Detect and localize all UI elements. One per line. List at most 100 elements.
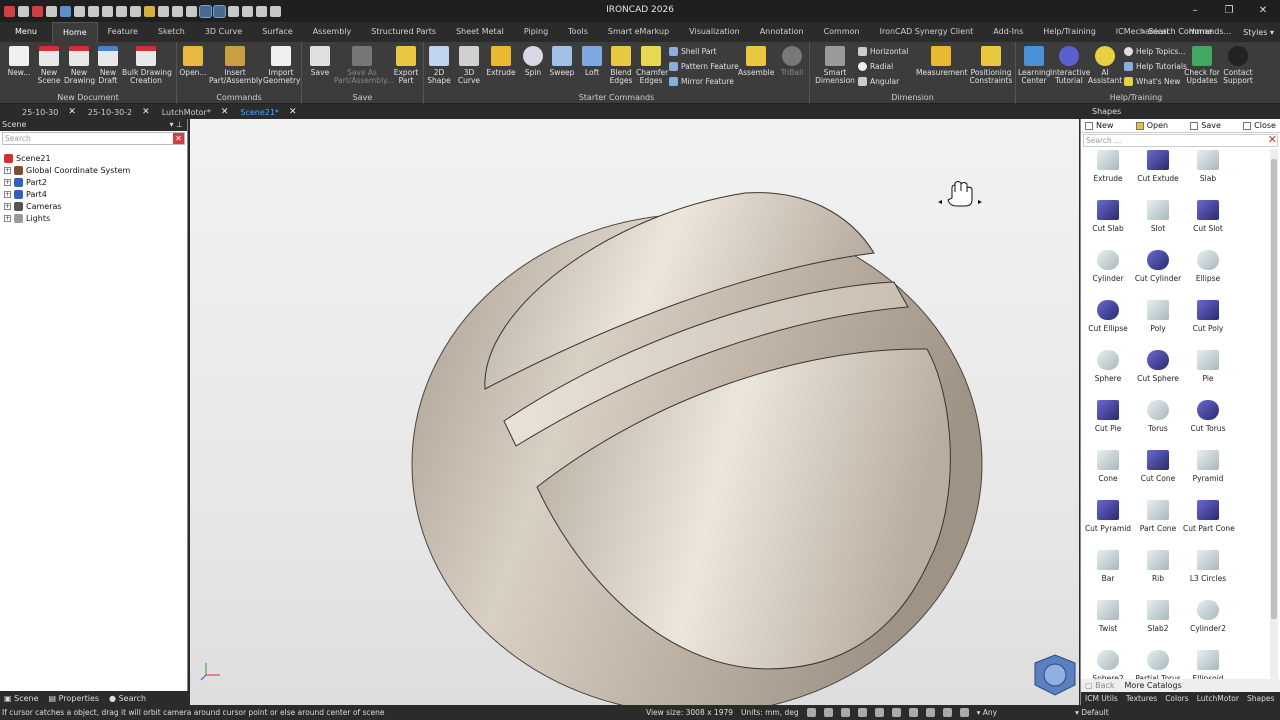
shape-sphere2[interactable]: Sphere2 [1083,650,1133,679]
expand-icon[interactable]: + [4,178,11,186]
interactive-tutorial-button[interactable]: Interactive Tutorial [1050,46,1090,85]
shape-cut-cylinder[interactable]: Cut Cylinder [1133,250,1183,283]
model-view[interactable] [190,119,1079,705]
shape-cut-extude[interactable]: Cut Extude [1133,150,1183,183]
horizontal-dim-button[interactable]: Horizontal [858,47,908,56]
customize-icon[interactable] [270,5,281,17]
shape-pie[interactable]: Pie [1183,350,1233,383]
tab-3d-curve[interactable]: 3D Curve [195,22,252,42]
shape-cut-slot[interactable]: Cut Slot [1183,200,1233,233]
doc-tab-25-10-30[interactable]: 25-10-30 ✕ [0,105,82,119]
tab-common[interactable]: Common [814,22,870,42]
shape-ellipsoid[interactable]: Ellipsoid [1183,650,1233,679]
tab-feature[interactable]: Feature [98,22,148,42]
smart-dimension-button[interactable]: Smart Dimension [814,46,856,85]
triball-button[interactable]: TriBall [778,46,806,77]
new-button[interactable]: New... [6,46,32,77]
units-readout[interactable]: Units: mm, deg [741,705,799,720]
angular-dim-button[interactable]: Angular [858,77,899,86]
clear-search-icon[interactable]: ✕ [1268,134,1277,146]
shape-torus[interactable]: Torus [1133,400,1183,433]
copy-icon[interactable] [116,5,127,17]
close-icon[interactable]: ✕ [289,107,297,117]
tab-piping[interactable]: Piping [514,22,558,42]
tree-item-lights[interactable]: + Lights [0,212,187,224]
new-scene-button[interactable]: New Scene [36,46,62,85]
section-icon[interactable] [891,708,901,717]
expand-icon[interactable]: + [4,190,11,198]
tree-item-scene21[interactable]: Scene21 [0,152,187,164]
footer-tab-search[interactable]: ● Search [109,694,146,703]
expand-icon[interactable]: + [4,202,11,210]
new-sheet-icon[interactable] [46,5,57,17]
shape-rib[interactable]: Rib [1133,550,1183,583]
styles-dropdown[interactable]: Styles ▾ [1243,28,1274,37]
minimize-button[interactable]: – [1178,0,1212,22]
shadow-icon[interactable] [908,708,918,717]
tab-sketch[interactable]: Sketch [148,22,195,42]
footer-tab-properties[interactable]: ▤ Properties [49,694,100,703]
expand-icon[interactable]: + [4,214,11,222]
shape-extrude[interactable]: Extrude [1083,150,1133,183]
tab-smart-emarkup[interactable]: Smart eMarkup [598,22,679,42]
shape-cone[interactable]: Cone [1083,450,1133,483]
clear-search-icon[interactable]: ✕ [173,133,184,144]
shape-cut-sphere[interactable]: Cut Sphere [1133,350,1183,383]
pattern-feature-button[interactable]: Pattern Feature [669,62,739,71]
new-drawing-button[interactable]: New Drawing [64,46,95,85]
shape-part-cone[interactable]: Part Cone [1133,500,1183,533]
shape-cut-poly[interactable]: Cut Poly [1183,300,1233,333]
tab-sheet-metal[interactable]: Sheet Metal [446,22,514,42]
shape-slot[interactable]: Slot [1133,200,1183,233]
catalog-back-button[interactable]: ▢ Back [1085,681,1115,690]
check-updates-button[interactable]: Check for Updates [1184,46,1220,85]
catalog-scrollbar-thumb[interactable] [1271,159,1277,619]
shape-sphere[interactable]: Sphere [1083,350,1133,383]
blend-edges-button[interactable]: Blend Edges [608,46,634,85]
shape-slab[interactable]: Slab [1183,150,1233,183]
print-icon[interactable] [102,5,113,17]
whats-new-button[interactable]: What's New [1124,77,1180,86]
shape-bar[interactable]: Bar [1083,550,1133,583]
3d-curve-button[interactable]: 3D Curve [456,46,482,85]
insert-part-button[interactable]: Insert Part/Assembly [209,46,262,85]
pin-icon[interactable]: ▾ ⊥ [169,119,183,131]
new-doc-icon[interactable] [18,5,29,17]
shape-cut-slab[interactable]: Cut Slab [1083,200,1133,233]
positioning-constraints-button[interactable]: Positioning Constraints [968,46,1014,85]
tree-item-cameras[interactable]: + Cameras [0,200,187,212]
zoom-icon[interactable] [823,708,833,717]
bulk-drawing-button[interactable]: Bulk Drawing Creation [122,46,172,85]
render-mode-icon[interactable] [925,708,935,717]
shell-part-button[interactable]: Shell Part [669,47,717,56]
measurement-button[interactable]: Measurement [916,46,968,77]
open-icon[interactable] [60,5,71,17]
catalog-tab-icm-utils[interactable]: ICM Utils [1085,694,1118,703]
catalog-scrollbar[interactable] [1270,149,1278,679]
render-icon[interactable] [228,5,239,17]
help-topics-button[interactable]: Help Topics... [1124,47,1185,56]
shape-pyramid[interactable]: Pyramid [1183,450,1233,483]
pointer-icon[interactable] [959,708,969,717]
tab-help-training[interactable]: Help/Training [1033,22,1106,42]
radial-dim-button[interactable]: Radial [858,62,893,71]
save-button[interactable]: Save [308,46,332,77]
catalog-search-input[interactable]: Search ... ✕ [1083,134,1278,147]
shape-cylinder[interactable]: Cylinder [1083,250,1133,283]
view-tool-icon[interactable] [806,708,816,717]
catalog-save-button[interactable]: Save [1190,121,1221,130]
layout-icon[interactable] [256,5,267,17]
catalog-close-button[interactable]: Close [1243,121,1276,130]
new-drawing-icon[interactable] [32,5,43,17]
loft-button[interactable]: Loft [580,46,604,77]
3d-viewport[interactable] [190,119,1079,705]
fit-icon[interactable] [840,708,850,717]
ai-assistant-button[interactable]: AI Assistant [1088,46,1122,85]
help-tutorials-button[interactable]: Help Tutorials [1124,62,1187,71]
close-icon[interactable]: ✕ [221,107,229,117]
contact-support-button[interactable]: Contact Support [1220,46,1256,85]
assemble-button[interactable]: Assemble [738,46,774,77]
doc-tab-25-10-30-2[interactable]: 25-10-30-2 ✕ [82,105,156,119]
undo-icon[interactable] [158,5,169,17]
menu-button[interactable]: Menu [0,22,52,42]
